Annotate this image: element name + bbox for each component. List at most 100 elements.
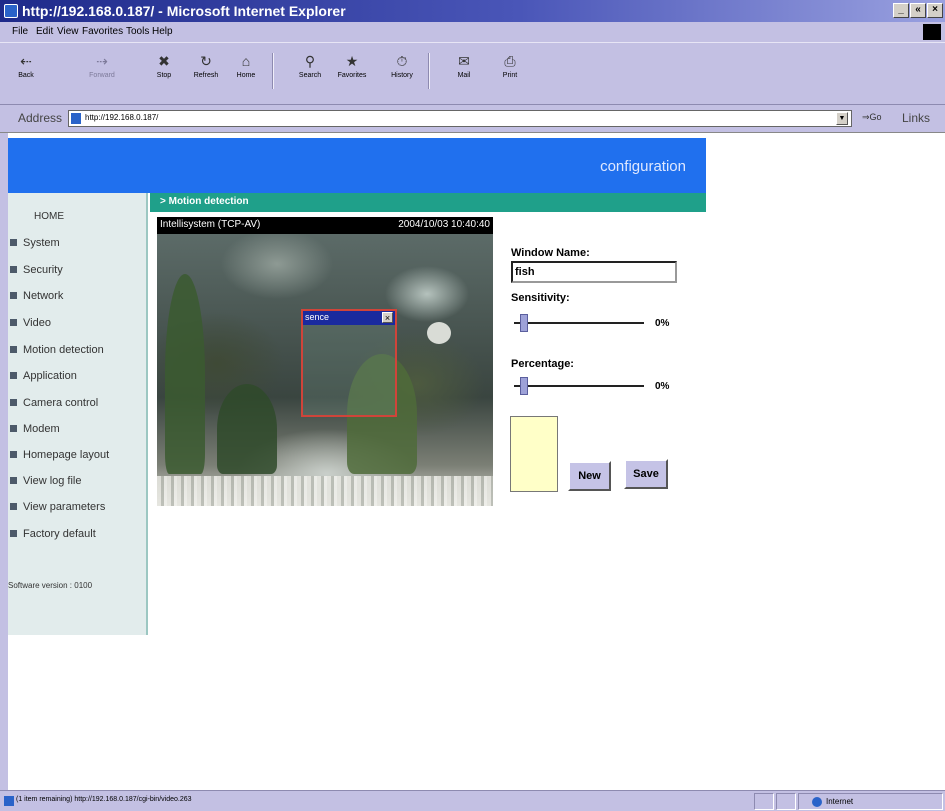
menu-file[interactable]: File (12, 26, 28, 37)
bullet-icon (10, 450, 17, 458)
sidebar-item-view-log-file[interactable]: View log file (10, 475, 82, 487)
menu-help[interactable]: Help (152, 26, 173, 37)
search-icon: ⚲ (304, 53, 316, 69)
internet-explorer-icon (4, 4, 18, 18)
menu-tools[interactable]: Tools (126, 26, 149, 37)
back-arrow-icon: ⇠ (20, 53, 32, 69)
status-pane (776, 793, 796, 810)
address-dropdown-button[interactable]: ▼ (836, 112, 848, 125)
video-scene (165, 274, 205, 474)
back-button[interactable]: ⇠ Back (8, 51, 44, 99)
status-text: (1 item remaining) http://192.168.0.187/… (16, 796, 192, 803)
slider-track (514, 385, 644, 387)
menu-bar: File Edit View Favorites Tools Help (0, 22, 945, 42)
minimize-button[interactable]: _ (893, 3, 909, 18)
live-video-view[interactable]: sence × (157, 234, 493, 506)
motion-window-titlebar[interactable]: sence × (303, 311, 395, 325)
refresh-icon: ↻ (200, 53, 212, 69)
bullet-icon (10, 345, 17, 353)
bullet-icon (10, 398, 17, 406)
save-button[interactable]: Save (624, 459, 668, 489)
bullet-icon (10, 265, 17, 273)
window-color-swatch[interactable] (510, 416, 558, 492)
close-button[interactable]: × (927, 3, 943, 18)
banner-title: configuration (600, 158, 686, 175)
search-button[interactable]: ⚲ Search (292, 51, 328, 99)
mail-button[interactable]: ✉ Mail (446, 51, 482, 99)
bullet-icon (10, 371, 17, 379)
page-left-edge (0, 133, 8, 791)
sidebar-item-video[interactable]: Video (10, 317, 51, 329)
bullet-icon (10, 291, 17, 299)
slider-thumb[interactable] (520, 377, 528, 395)
forward-button[interactable]: ⇢ Forward (84, 51, 120, 99)
video-scene (427, 322, 451, 344)
bullet-icon (10, 318, 17, 326)
page-icon (71, 113, 81, 124)
refresh-button[interactable]: ↻ Refresh (188, 51, 224, 99)
sensitivity-slider[interactable] (514, 314, 644, 332)
video-scene (217, 384, 277, 474)
browser-window: http://192.168.0.187/ - Microsoft Intern… (0, 0, 945, 811)
history-button[interactable]: ⏱ History (384, 51, 420, 99)
menu-favorites[interactable]: Favorites (82, 26, 123, 37)
sidebar-home-link[interactable]: HOME (34, 211, 64, 222)
new-button[interactable]: New (568, 461, 611, 491)
home-icon: ⌂ (241, 53, 251, 69)
section-header: > Motion detection (150, 193, 706, 212)
status-bar: (1 item remaining) http://192.168.0.187/… (0, 790, 945, 811)
window-name-input[interactable] (511, 261, 677, 283)
address-label: Address (18, 111, 63, 125)
menu-edit[interactable]: Edit (36, 26, 53, 37)
window-name-label: Window Name: (511, 247, 590, 259)
history-icon: ⏱ (396, 53, 408, 69)
motion-window-close-button[interactable]: × (382, 312, 393, 323)
status-pane (754, 793, 774, 810)
loading-page-icon (4, 796, 14, 806)
video-caption-bar: Intellisystem (TCP-AV) 2004/10/03 10:40:… (157, 217, 493, 234)
address-url: http://192.168.0.187/ (85, 113, 159, 122)
window-title: http://192.168.0.187/ - Microsoft Intern… (22, 3, 346, 19)
bullet-icon (10, 238, 17, 246)
sidebar-item-factory-default[interactable]: Factory default (10, 528, 96, 540)
sidebar-item-homepage-layout[interactable]: Homepage layout (10, 449, 109, 461)
slider-thumb[interactable] (520, 314, 528, 332)
motion-detection-window[interactable]: sence × (301, 309, 397, 417)
sidebar-item-motion-detection[interactable]: Motion detection (10, 344, 104, 356)
go-button[interactable]: ⇒Go (862, 112, 882, 123)
percentage-slider[interactable] (514, 377, 644, 395)
page-banner: configuration (8, 138, 706, 193)
video-scene (157, 476, 493, 506)
links-button[interactable]: Links (902, 111, 930, 125)
menu-view[interactable]: View (57, 26, 79, 37)
percentage-label: Percentage: (511, 358, 574, 370)
camera-name: Intellisystem (TCP-AV) (160, 219, 261, 230)
favorites-button[interactable]: ★ Favorites (334, 51, 370, 99)
sidebar-nav: HOME System Security Network Video Motio… (8, 193, 148, 635)
favorites-icon: ★ (345, 53, 359, 69)
sidebar-item-security[interactable]: Security (10, 264, 63, 276)
print-icon: ⎙ (504, 53, 516, 69)
internet-zone-icon (812, 797, 822, 807)
sidebar-item-camera-control[interactable]: Camera control (10, 397, 98, 409)
sidebar-item-view-parameters[interactable]: View parameters (10, 501, 105, 513)
bullet-icon (10, 476, 17, 484)
security-zone: Internet (826, 797, 854, 806)
sensitivity-label: Sensitivity: (511, 292, 570, 304)
forward-arrow-icon: ⇢ (96, 53, 108, 69)
restore-button[interactable]: « (910, 3, 926, 18)
motion-window-name: sence (305, 312, 330, 322)
sidebar-item-modem[interactable]: Modem (10, 423, 60, 435)
bullet-icon (10, 502, 17, 510)
home-button[interactable]: ⌂ Home (228, 51, 264, 99)
section-title: > Motion detection (160, 196, 249, 207)
title-bar: http://192.168.0.187/ - Microsoft Intern… (0, 0, 945, 22)
mail-icon: ✉ (458, 53, 470, 69)
sidebar-item-system[interactable]: System (10, 237, 60, 249)
address-input[interactable]: http://192.168.0.187/ (68, 110, 852, 127)
print-button[interactable]: ⎙ Print (492, 51, 528, 99)
stop-button[interactable]: ✖ Stop (146, 51, 182, 99)
sidebar-item-application[interactable]: Application (10, 370, 77, 382)
motion-window-region[interactable] (303, 325, 395, 415)
sidebar-item-network[interactable]: Network (10, 290, 63, 302)
